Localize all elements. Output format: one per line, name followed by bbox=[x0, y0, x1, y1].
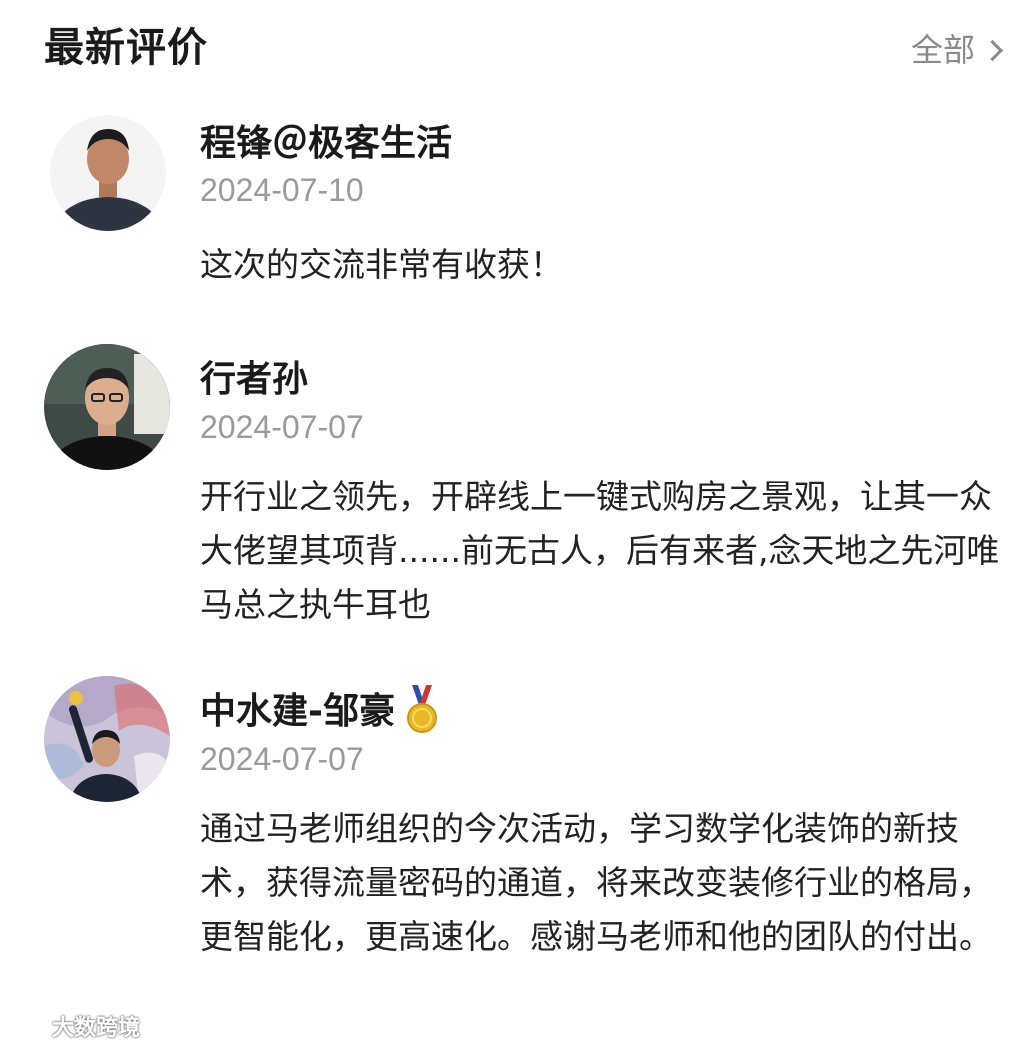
section-header: 最新评价 全部 bbox=[0, 0, 1024, 100]
avatar[interactable] bbox=[44, 344, 170, 470]
review-date: 2024-07-07 bbox=[200, 409, 364, 445]
review-date: 2024-07-07 bbox=[200, 741, 364, 777]
review-content: 开行业之领先，开辟线上一键式购房之景观，让其一众大佬望其项背......前无古人… bbox=[200, 477, 1000, 624]
author-name[interactable]: 中水建-邹豪 bbox=[200, 684, 395, 740]
medal-icon bbox=[405, 685, 439, 739]
author-row: 行者孙 bbox=[200, 352, 308, 408]
author-row: 中水建-邹豪 bbox=[200, 684, 439, 740]
review-content: 通过马老师组织的今次活动，学习数学化装饰的新技术，获得流量密码的通道，将来改变装… bbox=[200, 809, 992, 956]
chevron-right-icon bbox=[981, 39, 1004, 61]
watermark-logo-icon bbox=[10, 1012, 46, 1040]
watermark-text: 大数跨境 bbox=[52, 1016, 141, 1041]
author-name[interactable]: 程锋＠极客生活 bbox=[200, 116, 452, 172]
author-name[interactable]: 行者孙 bbox=[200, 352, 308, 408]
view-all-label: 全部 bbox=[910, 31, 975, 69]
author-row: 程锋＠极客生活 bbox=[200, 116, 452, 172]
avatar[interactable] bbox=[44, 676, 170, 802]
avatar[interactable] bbox=[50, 115, 166, 231]
review-date: 2024-07-10 bbox=[200, 172, 364, 208]
section-title: 最新评价 bbox=[44, 25, 208, 71]
watermark: 大数跨境 bbox=[10, 1010, 140, 1042]
view-all-link[interactable]: 全部 bbox=[911, 28, 1006, 72]
review-content: 这次的交流非常有收获！ bbox=[200, 245, 563, 284]
